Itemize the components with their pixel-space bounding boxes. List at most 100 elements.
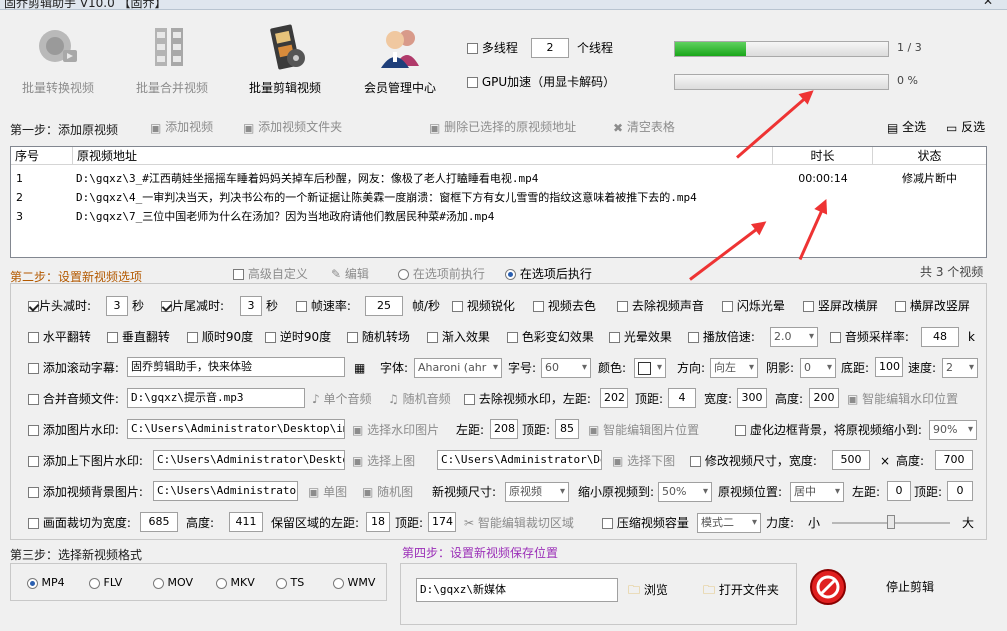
framerate-input[interactable]: 25 [365, 296, 403, 316]
speed2-select[interactable]: 2 [942, 358, 978, 378]
vflip-checkbox[interactable]: 垂直翻转 [107, 327, 170, 347]
flash-check[interactable] [722, 301, 733, 312]
fade-in-check[interactable] [427, 332, 438, 343]
select-all-button[interactable]: ▤ 全选 [887, 117, 926, 138]
close-icon[interactable]: ✕ [983, 0, 993, 8]
new-size-select[interactable]: 原视频 [505, 482, 569, 502]
multithread-checkbox[interactable]: 多线程 [467, 38, 518, 58]
ccw90-check[interactable] [265, 332, 276, 343]
open-folder-button[interactable]: 🗀 打开文件夹 [703, 580, 779, 600]
audio-path-input[interactable]: D:\gqxz\提示音.mp3 [127, 388, 305, 408]
cw90-check[interactable] [187, 332, 198, 343]
flv-radio[interactable] [89, 577, 100, 589]
sample-rate-check[interactable] [830, 332, 841, 343]
crop-checkbox[interactable]: 画面裁切为宽度: [28, 513, 131, 533]
decolor-checkbox[interactable]: 视频去色 [533, 296, 596, 316]
resize-checkbox[interactable]: 修改视频尺寸，宽度: [690, 451, 817, 471]
tail-cut-checkbox[interactable]: 片尾减时: [161, 296, 224, 316]
img-top-input[interactable]: 85 [555, 419, 579, 439]
member-center-button[interactable]: 会员管理中心 [352, 22, 448, 96]
h2v-check[interactable] [895, 301, 906, 312]
bg-top-input[interactable]: 0 [947, 481, 973, 501]
smart-wm-button[interactable]: ▣ 智能编辑水印位置 [847, 389, 958, 409]
h2v-checkbox[interactable]: 横屏改竖屏 [895, 296, 970, 316]
blur-bg-checkbox[interactable]: 虚化边框背景，将原视频缩小到: [735, 420, 922, 440]
random-trans-checkbox[interactable]: 随机转场 [347, 327, 410, 347]
header-duration[interactable]: 时长 [773, 147, 873, 165]
format-ts-radio[interactable]: TS [276, 573, 304, 593]
random-audio-button[interactable]: ♫ 随机音频 [388, 389, 451, 409]
browse-button[interactable]: 🗀 浏览 [628, 580, 668, 600]
framerate-checkbox[interactable]: 帧速率: [296, 296, 351, 316]
invert-select-button[interactable]: ▭ 反选 [946, 117, 985, 138]
font-select[interactable]: Aharoni (ahr [414, 358, 502, 378]
sharpen-check[interactable] [452, 301, 463, 312]
choose-bottom-button[interactable]: ▣ 选择下图 [612, 451, 675, 471]
add-folder-button[interactable]: ▣ 添加视频文件夹 [243, 117, 342, 138]
bottom-img-path-input[interactable]: C:\Users\Administrator\Desk [437, 450, 602, 470]
framerate-check[interactable] [296, 301, 307, 312]
merge-audio-check[interactable] [28, 394, 39, 405]
crop-width-input[interactable]: 685 [140, 512, 178, 532]
wmv-radio[interactable] [333, 577, 344, 589]
direction-select[interactable]: 向左 [710, 358, 758, 378]
shadow-select[interactable]: 0 [800, 358, 836, 378]
smart-img-button[interactable]: ▣ 智能编辑图片位置 [588, 420, 699, 440]
scroll-sub-text-input[interactable]: 固乔剪辑助手，快来体验 [127, 357, 345, 377]
crop-check[interactable] [28, 518, 39, 529]
single-audio-button[interactable]: ♪ 单个音频 [312, 389, 372, 409]
img-wm-check[interactable] [28, 425, 39, 436]
sharpen-checkbox[interactable]: 视频锐化 [452, 296, 515, 316]
multithread-check[interactable] [467, 43, 478, 54]
resize-height-input[interactable]: 700 [935, 450, 973, 470]
blur-bg-check[interactable] [735, 425, 746, 436]
force-slider-thumb[interactable] [887, 515, 895, 529]
mkv-radio[interactable] [216, 577, 227, 589]
flash-checkbox[interactable]: 闪烁光晕 [722, 296, 785, 316]
wm-width-input[interactable]: 300 [737, 388, 767, 408]
hflip-checkbox[interactable]: 水平翻转 [28, 327, 91, 347]
bg-img-checkbox[interactable]: 添加视频背景图片: [28, 482, 143, 502]
smart-crop-button[interactable]: ✂ 智能编辑裁切区域 [464, 513, 574, 533]
clear-table-button[interactable]: ✖ 清空表格 [613, 117, 675, 138]
color-fx-check[interactable] [507, 332, 518, 343]
row3-path[interactable]: D:\gqxz\7_三位中国老师为什么在汤加？因为当地政府请他们教居民种菜#汤加… [76, 207, 771, 226]
row2-path[interactable]: D:\gqxz\4_一审判决当天，判决书公布的一个新证据让陈美霖一度崩溃：窗框下… [76, 188, 771, 207]
img-wm-path-input[interactable]: C:\Users\Administrator\Desktop\img-q [127, 419, 345, 439]
color-select[interactable] [634, 358, 666, 378]
head-cut-checkbox[interactable]: 片头减时: [28, 296, 91, 316]
header-path[interactable]: 原视频地址 [73, 147, 773, 165]
img-left-input[interactable]: 208 [490, 419, 518, 439]
bg-left-input[interactable]: 0 [887, 481, 911, 501]
row1-path[interactable]: D:\gqxz\3_#江西萌娃坐摇摇车睡着妈妈关掉车后秒醒，网友：像极了老人打瞌… [76, 169, 771, 188]
single-img-button[interactable]: ▣ 单图 [308, 482, 347, 502]
img-wm-checkbox[interactable]: 添加图片水印: [28, 420, 119, 440]
format-wmv-radio[interactable]: WMV [333, 573, 375, 593]
mp4-radio[interactable] [27, 577, 38, 589]
add-video-button[interactable]: ▣ 添加视频 [150, 117, 213, 138]
scroll-sub-check[interactable] [28, 363, 39, 374]
merge-audio-checkbox[interactable]: 合并音频文件: [28, 389, 119, 409]
compress-checkbox[interactable]: 压缩视频容量 [602, 513, 689, 533]
header-no[interactable]: 序号 [11, 147, 73, 165]
format-mov-radio[interactable]: MOV [153, 573, 193, 593]
format-mkv-radio[interactable]: MKV [216, 573, 255, 593]
tail-cut-check[interactable] [161, 301, 172, 312]
orig-pos-select[interactable]: 居中 [790, 482, 844, 502]
hflip-check[interactable] [28, 332, 39, 343]
before-radio[interactable] [398, 269, 409, 280]
batch-convert-button[interactable]: 批量转换视频 [10, 22, 106, 96]
batch-merge-button[interactable]: 批量合并视频 [124, 22, 220, 96]
speed-check[interactable] [688, 332, 699, 343]
delete-selected-button[interactable]: ▣ 删除已选择的原视频地址 [429, 117, 576, 138]
video-table[interactable]: 序号 原视频地址 时长 状态 1 D:\gqxz\3_#江西萌娃坐摇摇车睡着妈妈… [10, 146, 987, 258]
before-option-radio[interactable]: 在选项前执行 [398, 264, 485, 284]
format-mp4-radio[interactable]: MP4 [27, 573, 65, 593]
edit-button[interactable]: ✎ 编辑 [331, 264, 369, 284]
save-path-input[interactable]: D:\gqxz\新媒体 [416, 578, 618, 602]
top-img-path-input[interactable]: C:\Users\Administrator\Desktop\i [153, 450, 345, 470]
speed-checkbox[interactable]: 播放倍速: [688, 327, 755, 347]
format-flv-radio[interactable]: FLV [89, 573, 122, 593]
tb-wm-check[interactable] [28, 456, 39, 467]
compress-check[interactable] [602, 518, 613, 529]
